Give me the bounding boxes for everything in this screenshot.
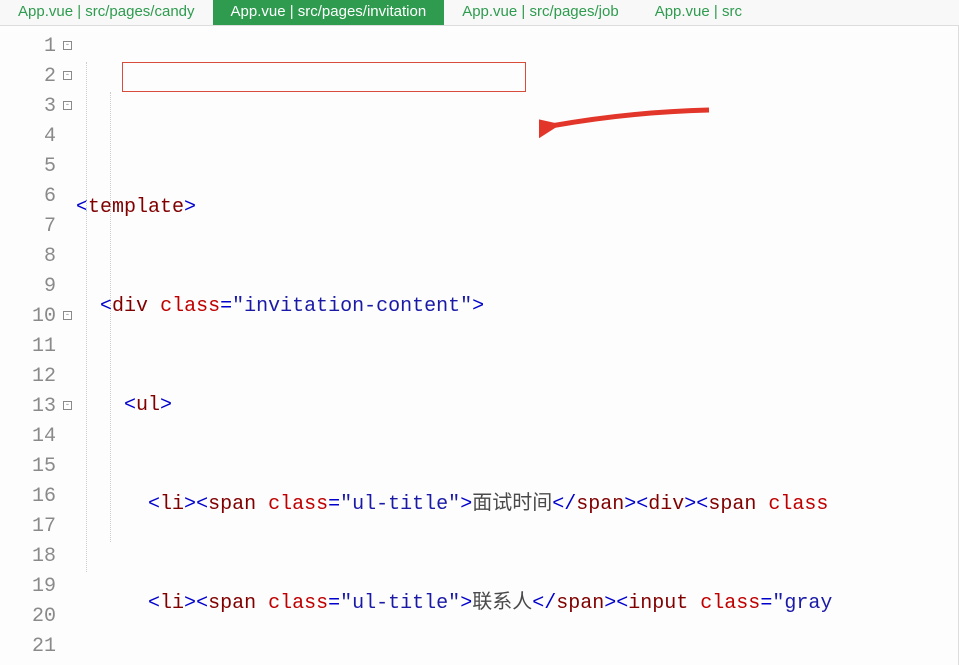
line-number: 2 bbox=[44, 65, 56, 88]
code-line: <template> bbox=[76, 193, 958, 223]
code-line: <ul> bbox=[76, 391, 958, 421]
tab-candy[interactable]: App.vue | src/pages/candy bbox=[0, 0, 213, 25]
line-number: 17 bbox=[32, 515, 56, 538]
line-number: 4 bbox=[44, 125, 56, 148]
code-line: <li><span class="ul-title">联系人</span><in… bbox=[76, 589, 958, 619]
line-number: 5 bbox=[44, 155, 56, 178]
line-number: 6 bbox=[44, 185, 56, 208]
line-number: 21 bbox=[32, 635, 56, 658]
line-number: 9 bbox=[44, 275, 56, 298]
indent-guide bbox=[86, 62, 87, 572]
tab-more[interactable]: App.vue | src bbox=[637, 0, 760, 25]
tab-bar: App.vue | src/pages/candy App.vue | src/… bbox=[0, 0, 959, 26]
line-number: 8 bbox=[44, 245, 56, 268]
line-number: 10 bbox=[32, 305, 56, 328]
line-number: 18 bbox=[32, 545, 56, 568]
line-number: 16 bbox=[32, 485, 56, 508]
line-number: 13 bbox=[32, 395, 56, 418]
line-number: 1 bbox=[44, 35, 56, 58]
line-number: 3 bbox=[44, 95, 56, 118]
tab-invitation[interactable]: App.vue | src/pages/invitation bbox=[213, 0, 445, 25]
line-number: 11 bbox=[32, 335, 56, 358]
line-number: 20 bbox=[32, 605, 56, 628]
line-number: 12 bbox=[32, 365, 56, 388]
tab-job[interactable]: App.vue | src/pages/job bbox=[444, 0, 637, 25]
arrow-annotation-icon bbox=[539, 56, 719, 198]
code-line: <div class="invitation-content"> bbox=[76, 292, 958, 322]
line-number: 14 bbox=[32, 425, 56, 448]
editor: 1- 2- 3- 4 5 6 7 8 9 10- 11 12 13- 14 15… bbox=[0, 26, 959, 665]
highlight-box bbox=[122, 62, 526, 92]
code-line: <li><span class="ul-title">面试时间</span><d… bbox=[76, 490, 958, 520]
line-gutter: 1- 2- 3- 4 5 6 7 8 9 10- 11 12 13- 14 15… bbox=[0, 26, 62, 665]
line-number: 19 bbox=[32, 575, 56, 598]
code-area[interactable]: <template> <div class="invitation-conten… bbox=[62, 26, 958, 665]
indent-guide bbox=[110, 92, 111, 542]
line-number: 7 bbox=[44, 215, 56, 238]
line-number: 15 bbox=[32, 455, 56, 478]
